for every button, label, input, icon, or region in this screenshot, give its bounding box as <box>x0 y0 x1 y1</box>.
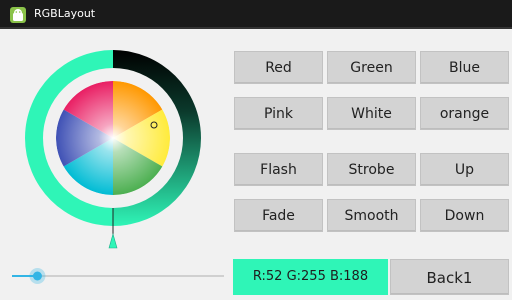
flash-button[interactable]: Flash <box>234 153 323 186</box>
red-button[interactable]: Red <box>234 51 323 84</box>
down-button[interactable]: Down <box>420 199 509 232</box>
up-button[interactable]: Up <box>420 153 509 186</box>
hue-wheel[interactable] <box>56 81 170 195</box>
color-picker[interactable] <box>18 44 208 254</box>
intensity-slider[interactable] <box>8 266 228 286</box>
orange-button[interactable]: orange <box>420 97 509 130</box>
blue-button[interactable]: Blue <box>420 51 509 84</box>
fade-button[interactable]: Fade <box>234 199 323 232</box>
smooth-button[interactable]: Smooth <box>327 199 416 232</box>
android-app-icon <box>10 7 26 23</box>
rgb-value-display: R:52 G:255 B:188 <box>233 259 388 295</box>
app-title: RGBLayout <box>34 7 96 20</box>
title-bar: RGBLayout <box>0 0 512 29</box>
color-picker-graphic[interactable] <box>18 44 208 254</box>
slider-thumb[interactable] <box>32 271 42 281</box>
pink-button[interactable]: Pink <box>234 97 323 130</box>
white-button[interactable]: White <box>327 97 416 130</box>
strobe-button[interactable]: Strobe <box>327 153 416 186</box>
back-button[interactable]: Back1 <box>390 259 509 295</box>
green-button[interactable]: Green <box>327 51 416 84</box>
pointer-arrow-icon <box>108 232 118 249</box>
